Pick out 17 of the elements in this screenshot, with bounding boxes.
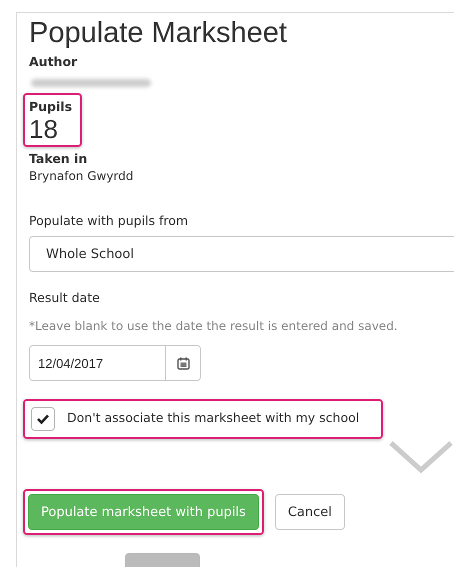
cancel-button[interactable]: Cancel xyxy=(274,494,345,530)
hint-text: *Leave blank to use the date the result is entered and saved. xyxy=(29,319,399,333)
field-label: Result date xyxy=(29,290,101,305)
field-label: Author xyxy=(29,54,78,69)
field-label: Pupils xyxy=(29,99,72,114)
pupil-count: 18 xyxy=(29,114,59,145)
check-icon xyxy=(36,413,50,425)
field-value: Brynafon Gwyrdd xyxy=(29,169,134,183)
chevron-icon xyxy=(388,440,454,474)
select-field[interactable]: Whole School xyxy=(29,236,454,272)
date-field[interactable]: 12/04/2017 xyxy=(29,345,201,381)
field-label: Taken in xyxy=(29,151,88,166)
field-label: Populate with pupils from xyxy=(29,213,190,228)
page-title: Populate Marksheet xyxy=(29,17,288,50)
checkbox-label: Don't associate this marksheet with my school xyxy=(67,409,360,425)
calendar-icon[interactable] xyxy=(176,356,190,370)
checkbox[interactable] xyxy=(31,407,55,431)
